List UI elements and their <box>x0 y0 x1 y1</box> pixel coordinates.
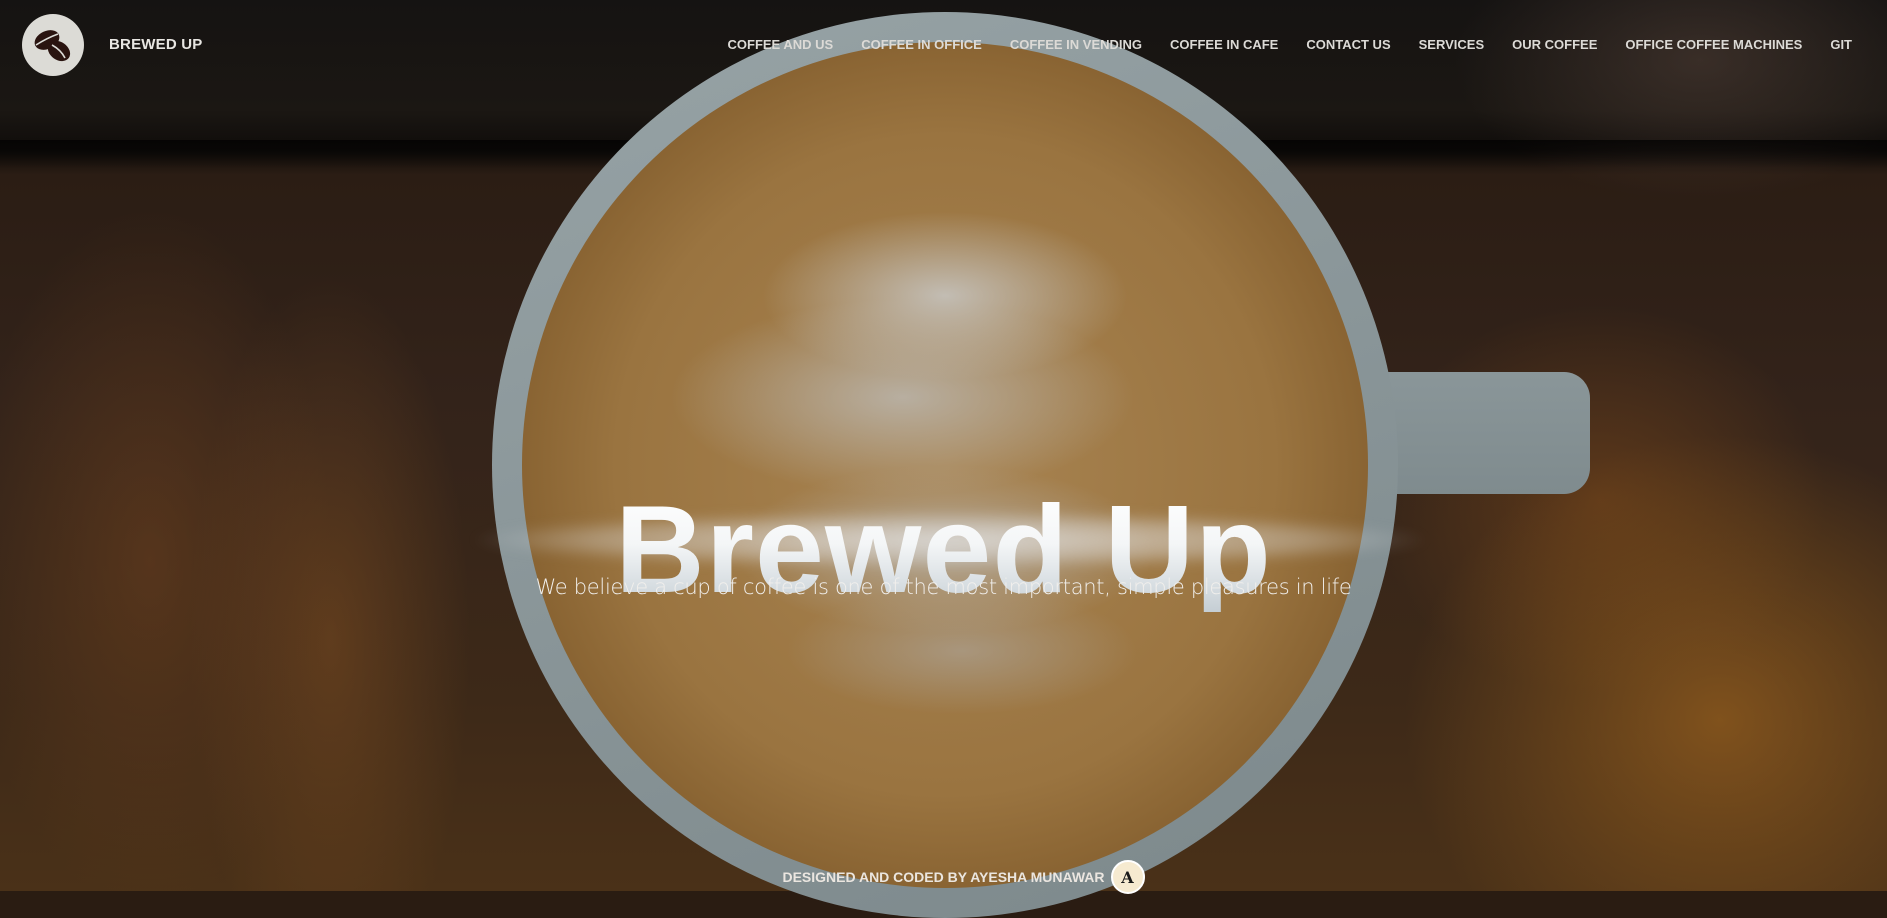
cup-handle <box>1380 372 1590 494</box>
main-nav: COFFEE AND US COFFEE IN OFFICE COFFEE IN… <box>700 37 1853 52</box>
coffee-beans-icon <box>34 30 71 62</box>
footer-credit: DESIGNED AND CODED BY AYESHA MUNAWAR A <box>0 860 1887 894</box>
nav-contact-us[interactable]: CONTACT US <box>1306 37 1390 52</box>
nav-our-coffee[interactable]: OUR COFFEE <box>1512 37 1597 52</box>
nav-coffee-in-office[interactable]: COFFEE IN OFFICE <box>861 37 982 52</box>
site-header: BREWED UP COFFEE AND US COFFEE IN OFFICE… <box>0 0 1887 90</box>
brand-name[interactable]: BREWED UP <box>109 36 202 53</box>
nav-services[interactable]: SERVICES <box>1419 37 1485 52</box>
logo-link[interactable] <box>22 14 84 76</box>
nav-coffee-in-vending[interactable]: COFFEE IN VENDING <box>1010 37 1142 52</box>
author-avatar[interactable]: A <box>1110 860 1145 894</box>
nav-coffee-and-us[interactable]: COFFEE AND US <box>728 37 834 52</box>
latte-art <box>522 42 1368 888</box>
nav-git[interactable]: GIT <box>1830 37 1852 52</box>
nav-office-coffee-machines[interactable]: OFFICE COFFEE MACHINES <box>1625 37 1802 52</box>
credit-text: DESIGNED AND CODED BY AYESHA MUNAWAR <box>782 869 1105 885</box>
hero-subtitle: We believe a cup of coffee is one of the… <box>535 575 1352 599</box>
nav-coffee-in-cafe[interactable]: COFFEE IN CAFE <box>1170 37 1278 52</box>
